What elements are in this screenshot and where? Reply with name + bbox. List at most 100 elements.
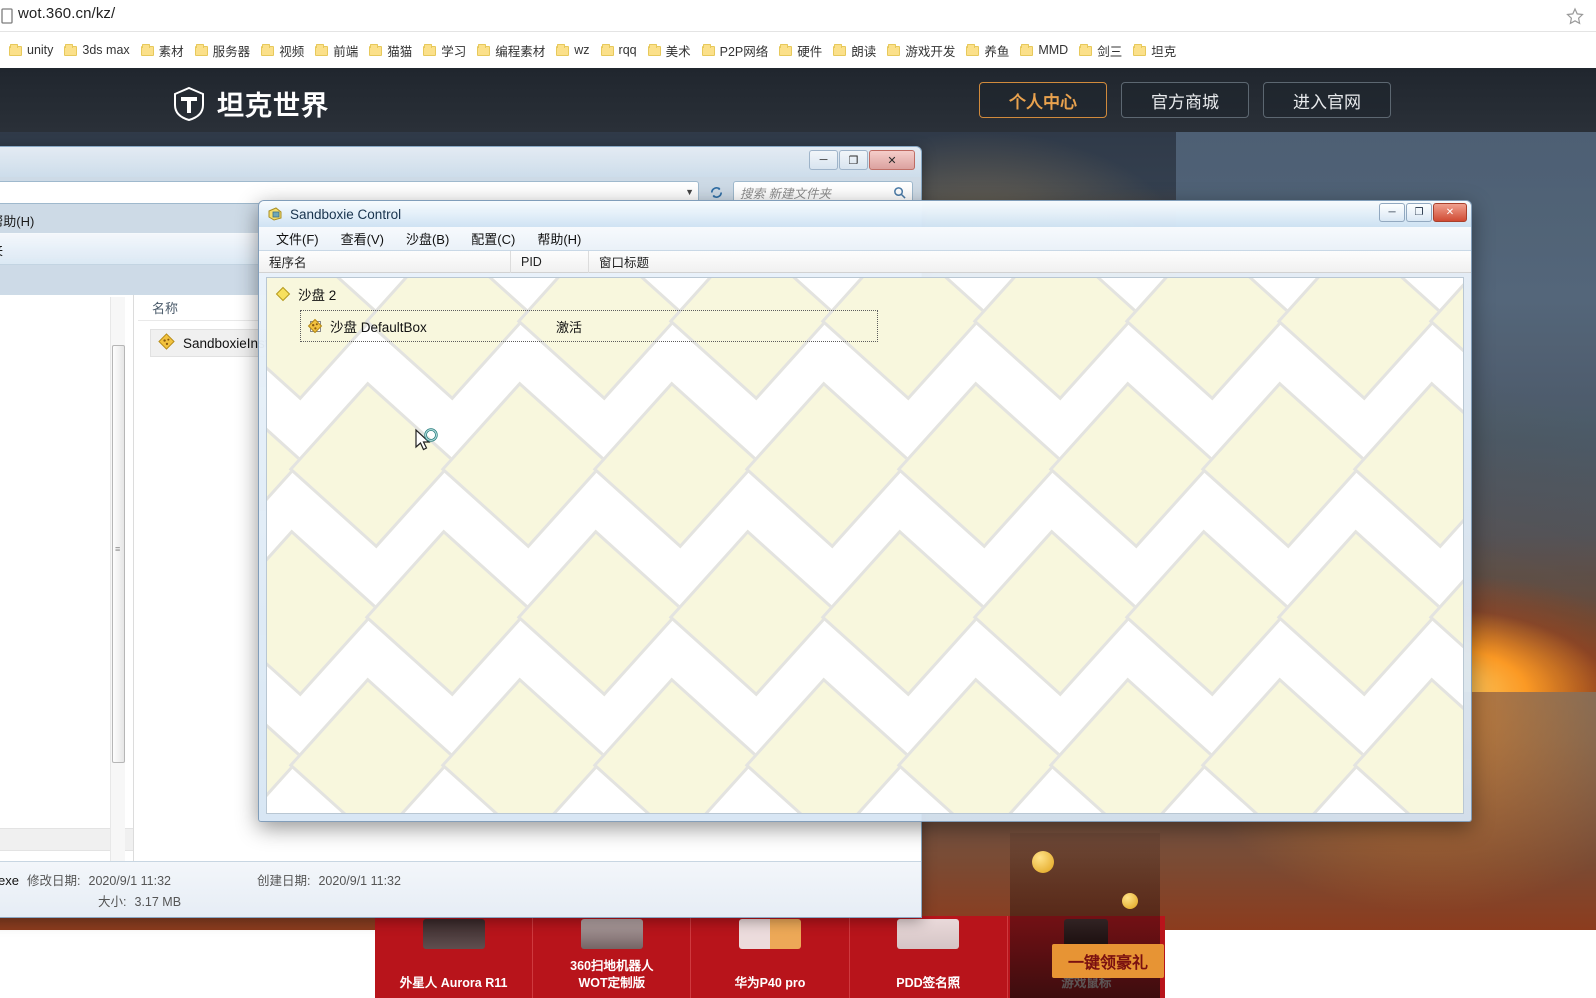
sandboxie-list-view[interactable]: 沙盘 2 + 沙盘 DefaultBox 激活: [266, 277, 1464, 814]
folder-icon: [1020, 44, 1034, 56]
sidebar-scrollbar[interactable]: [110, 297, 125, 861]
bookmark-item[interactable]: 游戏开发: [884, 37, 962, 63]
toolbar-new-folder-button[interactable]: 新建文件夹: [0, 237, 13, 261]
sandboxie-window[interactable]: Sandboxie Control ─ ❐ ✕ 文件(F) 查看(V) 沙盘(B…: [258, 200, 1472, 822]
menu-help[interactable]: 帮助(H): [528, 227, 590, 250]
explorer-minimize-button[interactable]: ─: [809, 150, 838, 170]
explorer-window-controls: ─ ❐ ✕: [809, 150, 915, 170]
menu-configure[interactable]: 配置(C): [462, 227, 524, 250]
ad-cta-button[interactable]: 一键领豪礼: [1052, 944, 1164, 978]
bookmark-item[interactable]: 服务器: [192, 37, 258, 63]
watermark-diamond: [820, 529, 988, 697]
bookmark-item[interactable]: 前端: [312, 37, 365, 63]
ad-item-label: 外星人 Aurora R11: [399, 976, 508, 991]
status-text-block: SandboxieInstall64-533-3.exe 修改日期: 2020/…: [0, 870, 401, 910]
folder-icon: [701, 44, 715, 56]
bookmark-label: 前端: [333, 44, 359, 59]
bookmark-label: 坦克: [1151, 44, 1177, 59]
watermark-diamond: [440, 381, 608, 549]
watermark-diamond: [744, 677, 912, 813]
search-placeholder: 搜索 新建文件夹: [740, 186, 831, 201]
watermark-diamond: [972, 529, 1140, 697]
chevron-down-icon[interactable]: ▼: [685, 187, 694, 197]
sandboxie-close-button[interactable]: ✕: [1433, 203, 1467, 222]
bookmark-item[interactable]: wz: [553, 37, 596, 63]
bookmarks-bar: unity 3ds max 素材 服务器 视频 前端 猫猫 学习 编程素材 wz rqq 美术 P2P网…: [0, 32, 1596, 68]
bookmark-label: 猫猫: [387, 44, 413, 59]
bookmark-item[interactable]: MMD: [1017, 37, 1075, 63]
watermark-diamond: [440, 677, 608, 813]
bookmark-item[interactable]: 猫猫: [366, 37, 419, 63]
star-icon[interactable]: [1566, 7, 1584, 25]
explorer-sidebar[interactable]: ▲ Subversion视频图片文档音乐家庭组qingtian计算机dos (C…: [0, 295, 133, 861]
address-bar[interactable]: wot.360.cn/kz/: [0, 0, 1596, 32]
bookmark-item[interactable]: 编程素材: [474, 37, 552, 63]
menu-sandbox[interactable]: 沙盘(B): [397, 227, 458, 250]
bookmark-item[interactable]: 美术: [645, 37, 698, 63]
folder-icon: [261, 44, 275, 56]
nav-button-personal-center[interactable]: 个人中心: [979, 82, 1107, 118]
sandboxie-window-controls: ─ ❐ ✕: [1379, 203, 1467, 222]
bookmark-label: MMD: [1038, 43, 1069, 57]
nav-button-official-store[interactable]: 官方商城: [1121, 82, 1249, 118]
sandboxie-minimize-button[interactable]: ─: [1379, 203, 1405, 222]
address-bar-url[interactable]: wot.360.cn/kz/: [18, 5, 115, 22]
ad-item[interactable]: 外星人 Aurora R11: [375, 916, 534, 998]
nav-button-official-site[interactable]: 进入官网: [1263, 82, 1391, 118]
table-row[interactable]: + 沙盘 DefaultBox 激活: [300, 310, 878, 342]
bookmark-label: 硬件: [797, 44, 823, 59]
bookmark-label: unity: [27, 43, 54, 57]
sandboxie-titlebar[interactable]: Sandboxie Control ─ ❐ ✕: [259, 201, 1471, 227]
ad-item[interactable]: PDD签名照: [850, 916, 1008, 998]
bookmark-item[interactable]: 剑三: [1076, 37, 1129, 63]
bookmark-label: rqq: [618, 43, 637, 57]
status-modified-label: 修改日期:: [27, 873, 81, 888]
watermark-diamond: [1352, 381, 1463, 549]
bookmark-item[interactable]: 学习: [420, 37, 473, 63]
bookmark-item[interactable]: 朗读: [830, 37, 883, 63]
column-header-window-title[interactable]: 窗口标题: [589, 251, 1471, 273]
browser-chrome: wot.360.cn/kz/ unity 3ds max 素材 服务器 视频 前端 猫猫 学习…: [0, 0, 1596, 68]
bookmark-item[interactable]: 硬件: [776, 37, 829, 63]
column-header-program-name[interactable]: 程序名: [259, 250, 511, 273]
table-row[interactable]: 沙盘 2: [267, 278, 1463, 310]
column-header-pid[interactable]: PID: [511, 250, 589, 273]
sandboxie-menubar: 文件(F) 查看(V) 沙盘(B) 配置(C) 帮助(H): [259, 227, 1471, 251]
bookmark-item[interactable]: rqq: [598, 37, 644, 63]
bookmark-item[interactable]: 素材: [138, 37, 191, 63]
bookmark-item[interactable]: 坦克: [1130, 37, 1183, 63]
ad-item[interactable]: 360扫地机器人 WOT定制版: [533, 916, 692, 998]
bookmark-label: 学习: [441, 44, 467, 59]
watermark-diamond: [516, 529, 684, 697]
folder-icon: [315, 44, 329, 56]
explorer-titlebar[interactable]: ─ ❐ ✕: [0, 147, 921, 177]
watermark-diamond: [1276, 529, 1444, 697]
bookmark-item[interactable]: P2P网络: [699, 37, 776, 63]
status-size-value: 3.17 MB: [134, 894, 182, 909]
sidebar-scrollbar-thumb[interactable]: [112, 345, 125, 763]
bookmark-label: 朗读: [851, 44, 877, 59]
bookmark-item[interactable]: 视频: [258, 37, 311, 63]
site-logo[interactable]: 坦克世界: [172, 84, 329, 123]
explorer-maximize-button[interactable]: ❐: [839, 150, 868, 170]
status-created-label: 创建日期:: [256, 873, 311, 888]
site-header: 坦克世界 个人中心 官方商城 进入官网: [0, 68, 1596, 132]
bookmark-item[interactable]: unity: [6, 37, 60, 63]
bookmark-label: 养鱼: [984, 44, 1010, 59]
folder-icon: [556, 44, 570, 56]
ad-item[interactable]: 华为P40 pro: [691, 916, 850, 998]
bookmark-item[interactable]: 3ds max: [61, 37, 136, 63]
bookmark-label: 服务器: [212, 44, 251, 59]
bookmark-label: 美术: [665, 44, 691, 59]
watermark-diamond: [1200, 677, 1368, 813]
sandboxie-maximize-button[interactable]: ❐: [1406, 203, 1432, 222]
folder-icon: [779, 44, 793, 56]
menu-file[interactable]: 文件(F): [267, 227, 328, 250]
ad-item-sublabel: WOT定制版: [578, 976, 646, 991]
bookmark-item[interactable]: 养鱼: [963, 37, 1016, 63]
watermark-diamond: [1352, 677, 1463, 813]
explorer-close-button[interactable]: ✕: [869, 150, 915, 170]
menu-view[interactable]: 查看(V): [332, 227, 393, 250]
folder-icon: [423, 44, 437, 56]
menu-help[interactable]: 帮助(H): [0, 209, 42, 232]
